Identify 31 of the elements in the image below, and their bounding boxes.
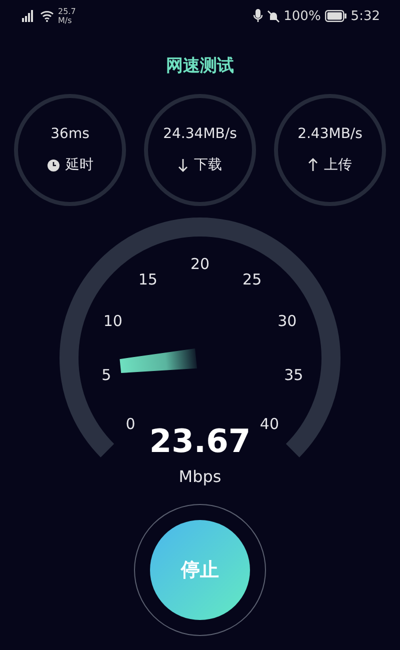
wifi-icon [40,10,54,22]
stat-label: 下载 [194,156,222,174]
battery-icon [324,10,347,22]
clock-time: 5:32 [350,8,380,24]
speed-unit: Mbps [178,467,222,486]
stat-label: 延时 [66,156,94,174]
clock-icon [46,158,60,172]
gauge-tick-label: 10 [103,312,122,330]
microphone-icon [252,9,263,23]
muted-bell-icon [266,10,280,22]
arrow-up-icon [308,158,318,172]
battery-percent: 100% [284,8,321,24]
stat-value: 24.34MB/s [163,126,237,142]
page-title: 网速测试 [166,55,234,78]
gauge-tick-label: 5 [102,366,112,384]
network-speed: 25.7 [58,7,76,16]
speed-value: 23.67 [149,422,251,460]
stat-value: 36ms [50,126,90,142]
gauge-tick-label: 0 [126,414,136,433]
signal-icon [20,10,36,22]
stat-label: 上传 [324,156,352,174]
gauge-tick-label: 25 [242,270,262,289]
arrow-down-icon [178,158,188,172]
stat-value: 2.43MB/s [298,126,362,142]
gauge-tick-label: 35 [284,366,304,384]
stop-button[interactable]: 停止 [150,520,250,620]
gauge-tick-label: 30 [278,312,297,330]
gauge-tick-label: 40 [260,414,280,433]
gauge-tick-label: 20 [190,255,210,273]
gauge-tick-label: 15 [138,270,158,289]
network-speed-unit: M/s [58,16,73,25]
